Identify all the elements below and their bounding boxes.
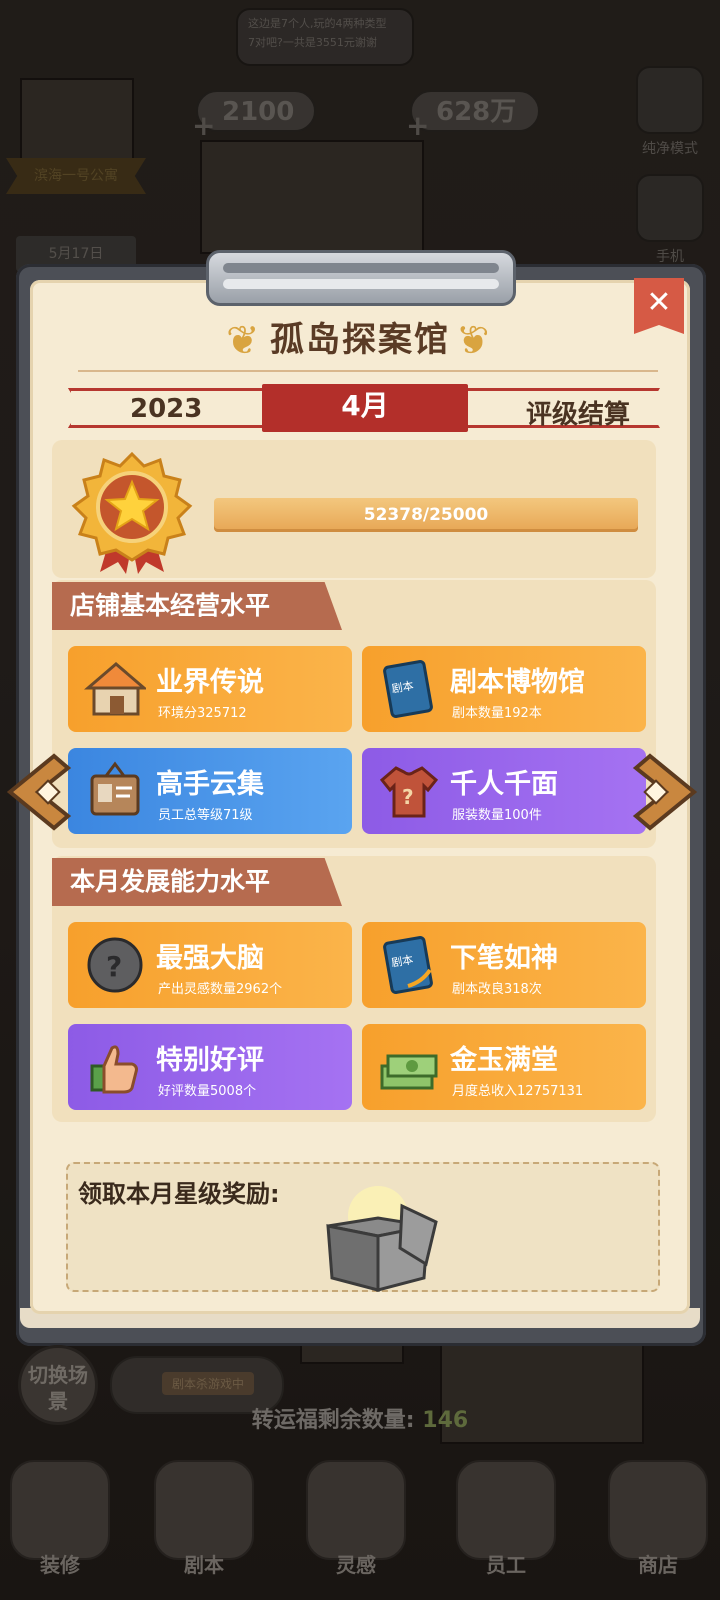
card-title: 特别好评 <box>156 1045 264 1076</box>
nav-inspiration[interactable]: 灵感 <box>296 1448 416 1598</box>
badge-icon <box>90 761 140 816</box>
inspiration-icon <box>306 1460 406 1560</box>
fortune-label: 转运福剩余数量: <box>251 1408 415 1433</box>
card-subtitle: 产出灵感数量2962个 <box>158 982 283 997</box>
fortune-counter: 转运福剩余数量: 146 <box>0 1402 720 1434</box>
money-stack-icon <box>380 1054 438 1090</box>
svg-text:?: ? <box>106 950 122 983</box>
card-title: 下笔如神 <box>450 943 558 974</box>
nav-script[interactable]: 剧本 <box>144 1448 264 1598</box>
report-month: 4月 <box>262 384 468 432</box>
previous-arrow-icon[interactable] <box>4 752 74 832</box>
card-wealth[interactable]: 金玉满堂 月度总收入12757131 <box>362 1024 646 1110</box>
progress-text: 52378/25000 <box>363 505 489 525</box>
staff-icon <box>456 1460 556 1560</box>
fortune-count: 146 <box>422 1408 469 1433</box>
date-ribbon: 2023 4月 评级结算 <box>68 384 660 432</box>
shirt-icon: ? <box>379 766 439 818</box>
card-thousand-faces[interactable]: ? 千人千面 服装数量100件 <box>362 748 646 834</box>
report-year: 2023 <box>130 394 203 424</box>
nav-label: 商店 <box>638 1553 678 1577</box>
script-pen-icon: 剧本 <box>383 936 433 994</box>
card-title: 业界传说 <box>156 667 264 698</box>
star-medal-icon <box>71 452 193 574</box>
nav-decorate[interactable]: 装修 <box>0 1448 120 1598</box>
brain-ball-icon: ? <box>87 937 143 993</box>
card-subtitle: 员工总等级71级 <box>158 808 253 823</box>
card-special-praise[interactable]: 特别好评 好评数量5008个 <box>68 1024 352 1110</box>
section1-heading: 店铺基本经营水平 <box>52 582 342 630</box>
card-title: 千人千面 <box>450 769 558 800</box>
script-icon <box>154 1460 254 1560</box>
house-icon <box>84 662 146 716</box>
card-subtitle: 好评数量5008个 <box>158 1084 257 1099</box>
nav-label: 装修 <box>40 1553 80 1577</box>
card-title: 高手云集 <box>156 769 264 800</box>
card-writing-master[interactable]: 剧本 下笔如神 剧本改良318次 <box>362 922 646 1008</box>
decorate-icon <box>10 1460 110 1560</box>
card-industry-legend[interactable]: 业界传说 环境分325712 <box>68 646 352 732</box>
card-subtitle: 月度总收入12757131 <box>452 1084 584 1099</box>
nav-label: 灵感 <box>336 1553 376 1577</box>
book-icon: 剧本 <box>383 660 433 718</box>
nav-shop[interactable]: 商店 <box>598 1448 718 1598</box>
card-subtitle: 剧本改良318次 <box>452 982 542 997</box>
card-script-museum[interactable]: 剧本 剧本博物馆 剧本数量192本 <box>362 646 646 732</box>
card-subtitle: 服装数量100件 <box>452 808 542 823</box>
card-subtitle: 环境分325712 <box>158 706 247 721</box>
script-status-label: 剧本杀游戏中 <box>162 1372 255 1395</box>
clipboard-clip <box>206 250 516 306</box>
nav-label: 员工 <box>486 1553 526 1577</box>
title-divider <box>78 370 658 372</box>
store-title: 孤岛探案馆 <box>270 320 450 360</box>
reward-label: 领取本月星级奖励: <box>78 1180 280 1208</box>
nav-staff[interactable]: 员工 <box>446 1448 566 1598</box>
card-subtitle: 剧本数量192本 <box>452 706 542 721</box>
bottom-navigation: 装修 剧本 灵感 员工 商店 <box>0 1448 720 1600</box>
card-title: 最强大脑 <box>156 943 264 974</box>
next-arrow-icon[interactable] <box>630 752 700 832</box>
nav-label: 剧本 <box>184 1553 224 1577</box>
card-experts-gathering[interactable]: 高手云集 员工总等级71级 <box>68 748 352 834</box>
reward-chest-icon[interactable] <box>318 1186 440 1296</box>
thumbs-up-icon <box>90 1045 138 1094</box>
report-subtitle: 评级结算 <box>525 400 630 430</box>
svg-text:?: ? <box>402 785 414 809</box>
card-strongest-brain[interactable]: ? 最强大脑 产出灵感数量2962个 <box>68 922 352 1008</box>
section2-heading: 本月发展能力水平 <box>52 858 342 906</box>
card-title: 剧本博物馆 <box>450 667 585 698</box>
shop-icon <box>608 1460 708 1560</box>
card-title: 金玉满堂 <box>450 1045 558 1076</box>
